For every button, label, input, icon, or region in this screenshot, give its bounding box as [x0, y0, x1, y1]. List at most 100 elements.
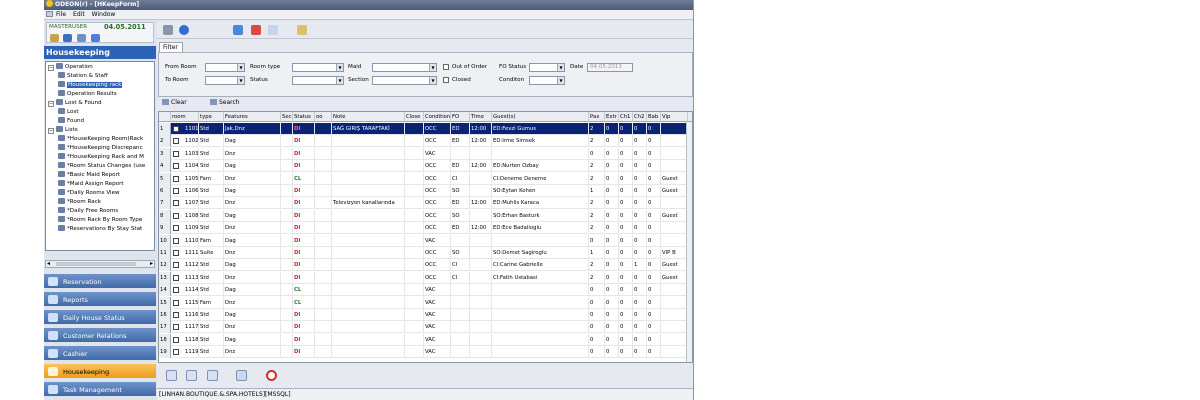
- document-icon[interactable]: [268, 25, 278, 35]
- help-icon[interactable]: [233, 25, 243, 35]
- collapse-icon[interactable]: −: [48, 101, 54, 107]
- column-header[interactable]: oo: [315, 112, 332, 122]
- grid-vertical-scrollbar[interactable]: [686, 122, 692, 362]
- closed-checkbox[interactable]: [443, 77, 449, 83]
- from-room-dropdown[interactable]: ▼: [205, 63, 245, 72]
- table-row[interactable]: 10 1110 Fam Dag DI VAC 0 0 0 0 0: [159, 234, 692, 247]
- scroll-left-icon[interactable]: ◂: [47, 261, 50, 267]
- table-row[interactable]: 9 1109 Std Dnz DI OCC ED 12:00 ED:Ece Badalioglu…: [159, 222, 692, 235]
- row-checkbox[interactable]: [173, 299, 179, 306]
- nav-item[interactable]: Task Management: [44, 382, 156, 398]
- column-header[interactable]: Close: [405, 112, 424, 122]
- tree-item[interactable]: *HouseKeeping Rack and M: [58, 153, 144, 162]
- column-header[interactable]: Time: [470, 112, 492, 122]
- tree-item[interactable]: *Basic Maid Report: [58, 171, 120, 180]
- column-header[interactable]: Extr: [605, 112, 619, 122]
- nav-item[interactable]: Customer Relations: [44, 328, 156, 344]
- column-header[interactable]: Ch2: [633, 112, 647, 122]
- row-checkbox[interactable]: [173, 312, 179, 318]
- table-row[interactable]: 4 1104 Std Dag DI OCC ED 12:00 ED:Nurten Ozbay 2 0…: [159, 160, 692, 173]
- nav-item[interactable]: Housekeeping: [44, 364, 156, 380]
- table-row[interactable]: 19 1119 Std Dnz DI VAC 0 0 0 0 0: [159, 346, 692, 359]
- column-header[interactable]: Vip: [661, 112, 688, 122]
- column-header[interactable]: Bab: [647, 112, 661, 122]
- row-checkbox[interactable]: [173, 200, 179, 207]
- print-icon[interactable]: [163, 25, 173, 35]
- table-row[interactable]: 12 1112 Std Dag DI OCC CI CI:Carine Gabrielle 2 0…: [159, 259, 692, 272]
- tree-item[interactable]: Lost: [58, 108, 79, 117]
- column-header[interactable]: Ch1: [619, 112, 633, 122]
- table-row[interactable]: 2 1102 Std Dag DI OCC ED 12:00 ED:Irme Simsek 2 0 0…: [159, 135, 692, 148]
- tree-item[interactable]: *Reservations By Stay Stat: [58, 225, 142, 234]
- column-header[interactable]: FO: [451, 112, 470, 122]
- column-header[interactable]: room: [171, 112, 199, 122]
- table-row[interactable]: 11 1111 Suite Dnz DI OCC SO SO:Demet Sagiroglu 1…: [159, 247, 692, 259]
- users-icon[interactable]: [77, 34, 86, 42]
- out-of-order-checkbox[interactable]: [443, 64, 449, 70]
- tree-item[interactable]: *HouseKeeping Room(Rack: [58, 135, 143, 144]
- report-icon[interactable]: [251, 25, 261, 35]
- nav-item[interactable]: Reports: [44, 292, 156, 308]
- menu-edit[interactable]: Edit: [73, 11, 85, 18]
- column-header[interactable]: Note: [332, 112, 405, 122]
- column-header[interactable]: Pax: [589, 112, 605, 122]
- info-icon[interactable]: [91, 34, 100, 42]
- tree-item[interactable]: *Room Rack: [58, 198, 101, 207]
- table-row[interactable]: 16 1116 Std Dag DI VAC 0 0 0 0 0: [159, 309, 692, 321]
- tree-item[interactable]: *Room Rack By Room Type: [58, 216, 142, 225]
- tree-item[interactable]: *Room Status Changes (use: [58, 162, 145, 171]
- row-checkbox[interactable]: [173, 262, 179, 269]
- row-checkbox[interactable]: [173, 250, 179, 256]
- scroll-right-icon[interactable]: ▸: [150, 261, 153, 267]
- nav-item[interactable]: Reservation: [44, 274, 156, 290]
- table-row[interactable]: 17 1117 Std Dnz DI VAC 0 0 0 0 0: [159, 321, 692, 334]
- table-row[interactable]: 3 1103 Std Dnz DI VAC 0 0 0 0 0: [159, 147, 692, 160]
- search-button[interactable]: Search: [210, 99, 240, 107]
- tree-horizontal-scrollbar[interactable]: ◂ ▸: [45, 260, 155, 268]
- close-icon[interactable]: [266, 370, 277, 381]
- settings-icon[interactable]: [63, 34, 72, 42]
- column-header[interactable]: Features: [224, 112, 281, 122]
- fo-status-dropdown[interactable]: ▼: [529, 63, 565, 72]
- column-header[interactable]: Sec: [281, 112, 293, 122]
- column-header[interactable]: Condition: [424, 112, 451, 122]
- maid-dropdown[interactable]: ▼: [372, 63, 437, 72]
- table-row[interactable]: 14 1114 Std Dag CL VAC 0 0 0 0 0: [159, 284, 692, 297]
- row-checkbox[interactable]: [173, 175, 179, 182]
- tree-item[interactable]: *Daily Rooms View: [58, 189, 120, 198]
- tree-item[interactable]: − Lists: [48, 126, 78, 135]
- menu-file[interactable]: File: [56, 11, 66, 18]
- row-checkbox[interactable]: [173, 150, 179, 157]
- copy-record-icon[interactable]: [207, 370, 218, 381]
- table-row[interactable]: 5 1105 Fam Dnz CL OCC CI CI:Deneme Deneme 2 0 0 0 0 G…: [159, 172, 692, 185]
- tree-item[interactable]: − Lost & Found: [48, 99, 102, 108]
- export-icon[interactable]: [297, 25, 307, 35]
- row-checkbox[interactable]: [173, 324, 179, 331]
- row-checkbox[interactable]: [173, 163, 179, 170]
- tools-icon[interactable]: [50, 34, 59, 42]
- room-type-dropdown[interactable]: ▼: [292, 63, 344, 72]
- tree-item[interactable]: Found: [58, 117, 84, 126]
- section-dropdown[interactable]: ▼: [372, 76, 437, 85]
- edit-record-icon[interactable]: [186, 370, 197, 381]
- column-header[interactable]: Status: [293, 112, 315, 122]
- table-row[interactable]: 7 1107 Std Dnz DI Televizyon kanallarında OCC E…: [159, 197, 692, 210]
- table-row[interactable]: 8 1108 Std Dag DI OCC SO SO:Erhan Basturk 2 0 0 0 0 G…: [159, 209, 692, 222]
- date-input[interactable]: 04.05.2011: [587, 63, 633, 72]
- to-room-dropdown[interactable]: ▼: [205, 76, 245, 85]
- column-header[interactable]: [159, 112, 171, 122]
- status-dropdown[interactable]: ▼: [292, 76, 344, 85]
- column-header[interactable]: Guest(s): [492, 112, 589, 122]
- table-row[interactable]: 18 1118 Std Dag DI VAC 0 0 0 0 0: [159, 333, 692, 346]
- row-checkbox[interactable]: [173, 126, 179, 132]
- table-row[interactable]: 1 1101 Std Jak,Dnz DI SAĞ GIRIŞ TARAFTAKİ OCC E…: [159, 123, 692, 135]
- refresh-icon[interactable]: [236, 370, 247, 381]
- row-checkbox[interactable]: [173, 212, 179, 219]
- tree-item[interactable]: *Maid Assign Report: [58, 180, 124, 189]
- tree-item[interactable]: Operation Results: [58, 90, 117, 99]
- new-record-icon[interactable]: [166, 370, 177, 381]
- scroll-thumb[interactable]: [56, 262, 136, 266]
- nav-item[interactable]: Daily House Status: [44, 310, 156, 326]
- tree-item[interactable]: Housekeeping rack: [58, 81, 123, 90]
- tree-item[interactable]: Station & Staff: [58, 72, 108, 81]
